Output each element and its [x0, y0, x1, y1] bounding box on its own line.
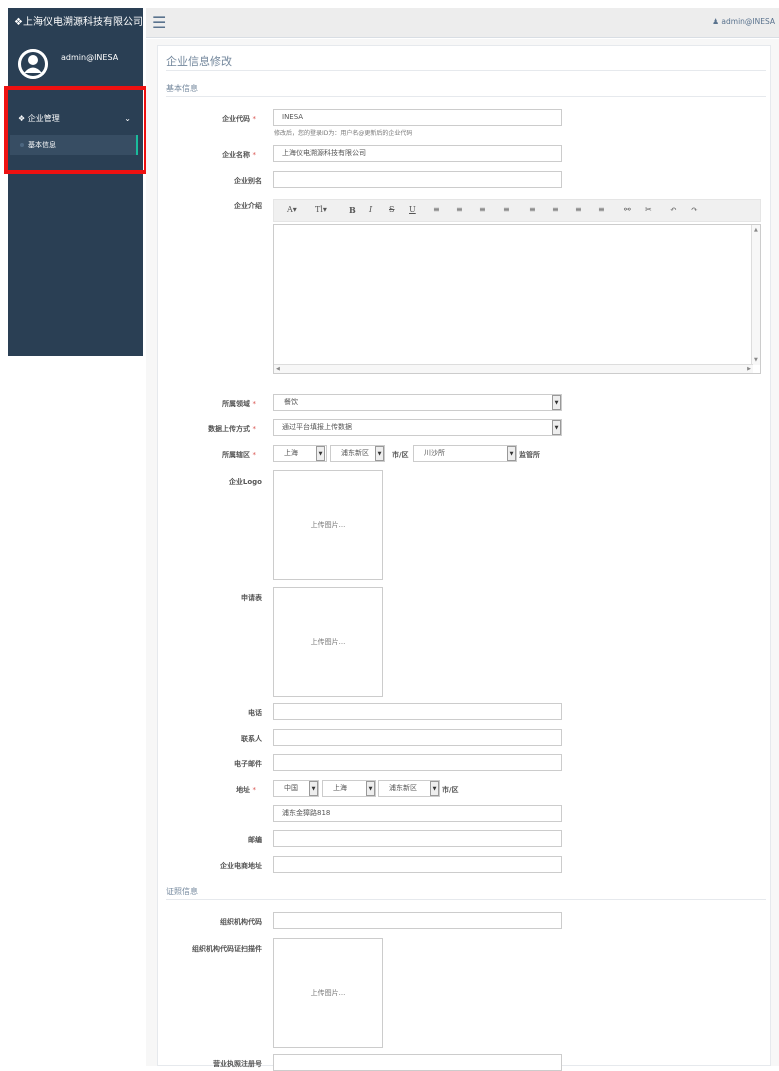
brand-name: 上海仪电溯源科技有限公司: [22, 17, 143, 28]
jurisdiction-office-select[interactable]: 川沙所: [413, 445, 517, 462]
upload-method-select[interactable]: 通过平台填报上传数据: [273, 419, 562, 436]
user-icon: [18, 49, 48, 79]
intro-label: 企业介绍: [234, 202, 262, 210]
brand-title[interactable]: ❖上海仪电溯源科技有限公司: [8, 8, 143, 38]
font-size-icon[interactable]: Tl▾: [315, 205, 327, 214]
scroll-right-icon[interactable]: ▶: [747, 366, 751, 372]
scroll-up-icon[interactable]: ▲: [754, 227, 758, 233]
vertical-scrollbar[interactable]: ▲ ▼: [751, 225, 760, 365]
code-field[interactable]: INESA: [273, 109, 562, 126]
chevron-down-icon[interactable]: ▼: [430, 781, 439, 796]
title-divider: [166, 70, 766, 71]
jurisdiction-label: 所属辖区 *: [222, 451, 256, 459]
chevron-down-icon[interactable]: ▼: [552, 420, 561, 435]
ecommerce-label: 企业电商地址: [220, 862, 262, 870]
indent-icon[interactable]: ≡: [503, 205, 510, 214]
unlink-icon[interactable]: ✂: [645, 205, 652, 214]
link-icon[interactable]: ⚯: [624, 205, 631, 214]
alias-field[interactable]: [273, 171, 562, 188]
section-cert-info: 证照信息: [166, 886, 766, 900]
chevron-down-icon[interactable]: ▼: [366, 781, 375, 796]
org-scan-upload[interactable]: 上传图片...: [273, 938, 383, 1048]
email-field[interactable]: [273, 754, 562, 771]
code-label: 企业代码 *: [222, 115, 256, 123]
address-street-field[interactable]: 浦东金獐路818: [273, 805, 562, 822]
chevron-down-icon[interactable]: ▼: [375, 446, 384, 461]
align-left-icon[interactable]: ≡: [529, 205, 536, 214]
horizontal-scrollbar[interactable]: ◀ ▶: [274, 364, 753, 373]
name-field[interactable]: 上海仪电溯源科技有限公司: [273, 145, 562, 162]
editor-toolbar: A▾ Tl▾ B I S U ≡ ≡ ≡ ≡ ≡ ≡ ≡ ≡ ⚯ ✂ ↶ ↷: [273, 199, 761, 222]
strikethrough-icon[interactable]: S: [389, 205, 394, 214]
email-label: 电子邮件: [234, 760, 262, 768]
leaf-icon: ❖: [14, 17, 23, 28]
logo-label: 企业Logo: [228, 478, 262, 486]
user-menu-name: admin@INESA: [721, 17, 775, 26]
section-basic-info: 基本信息: [166, 83, 766, 97]
alias-label: 企业别名: [234, 177, 262, 185]
highlight-box: [4, 86, 148, 174]
code-hint: 修改后，您的登录ID为：用户名@更新后的企业代码: [274, 130, 413, 137]
align-right-icon[interactable]: ≡: [575, 205, 582, 214]
zip-label: 邮编: [248, 836, 262, 844]
page-title: 企业信息修改: [166, 55, 232, 68]
italic-icon[interactable]: I: [369, 205, 372, 214]
application-upload[interactable]: 上传图片...: [273, 587, 383, 697]
district-unit: 市/区: [392, 451, 409, 459]
scroll-left-icon[interactable]: ◀: [276, 366, 280, 372]
license-label: 营业执照注册号: [213, 1060, 262, 1068]
address-district-unit: 市/区: [442, 786, 459, 794]
scroll-down-icon[interactable]: ▼: [754, 357, 758, 363]
org-code-field[interactable]: [273, 912, 562, 929]
bold-icon[interactable]: B: [349, 205, 356, 215]
user-icon: ♟: [712, 17, 720, 26]
align-justify-icon[interactable]: ≡: [598, 205, 605, 214]
chevron-down-icon[interactable]: ▼: [309, 781, 318, 796]
contact-field[interactable]: [273, 729, 562, 746]
profile-name: admin@INESA: [61, 53, 119, 62]
font-icon[interactable]: A▾: [287, 205, 297, 214]
zip-field[interactable]: [273, 830, 562, 847]
logo-upload[interactable]: 上传图片...: [273, 470, 383, 580]
user-menu[interactable]: ♟ admin@INESA: [712, 17, 775, 26]
chevron-down-icon[interactable]: ▼: [316, 446, 325, 461]
phone-label: 电话: [248, 709, 262, 717]
top-nav: ☰ ♟ admin@INESA: [146, 8, 779, 38]
phone-field[interactable]: [273, 703, 562, 720]
avatar: [18, 49, 48, 79]
org-scan-label: 组织机构代码证扫描件: [192, 945, 262, 953]
chevron-down-icon[interactable]: ▼: [552, 395, 561, 410]
upload-method-label: 数据上传方式 *: [208, 425, 256, 433]
intro-editor[interactable]: ▲ ▼ ◀ ▶: [273, 224, 761, 374]
outdent-icon[interactable]: ≡: [479, 205, 486, 214]
undo-icon[interactable]: ↶: [670, 205, 677, 214]
hamburger-icon[interactable]: ☰: [152, 13, 166, 32]
address-label: 地址 *: [236, 786, 256, 794]
org-code-label: 组织机构代码: [220, 918, 262, 926]
align-center-icon[interactable]: ≡: [552, 205, 559, 214]
domain-select[interactable]: 餐饮: [273, 394, 562, 411]
ecommerce-field[interactable]: [273, 856, 562, 873]
underline-icon[interactable]: U: [409, 205, 416, 214]
numbered-list-icon[interactable]: ≡: [456, 205, 463, 214]
license-field[interactable]: [273, 1054, 562, 1071]
application-label: 申请表: [241, 594, 262, 602]
bullet-list-icon[interactable]: ≡: [433, 205, 440, 214]
redo-icon[interactable]: ↷: [691, 205, 698, 214]
office-unit: 监管所: [519, 451, 540, 459]
domain-label: 所属领域 *: [222, 400, 256, 408]
name-label: 企业名称 *: [222, 151, 256, 159]
chevron-down-icon[interactable]: ▼: [507, 446, 516, 461]
contact-label: 联系人: [241, 735, 262, 743]
